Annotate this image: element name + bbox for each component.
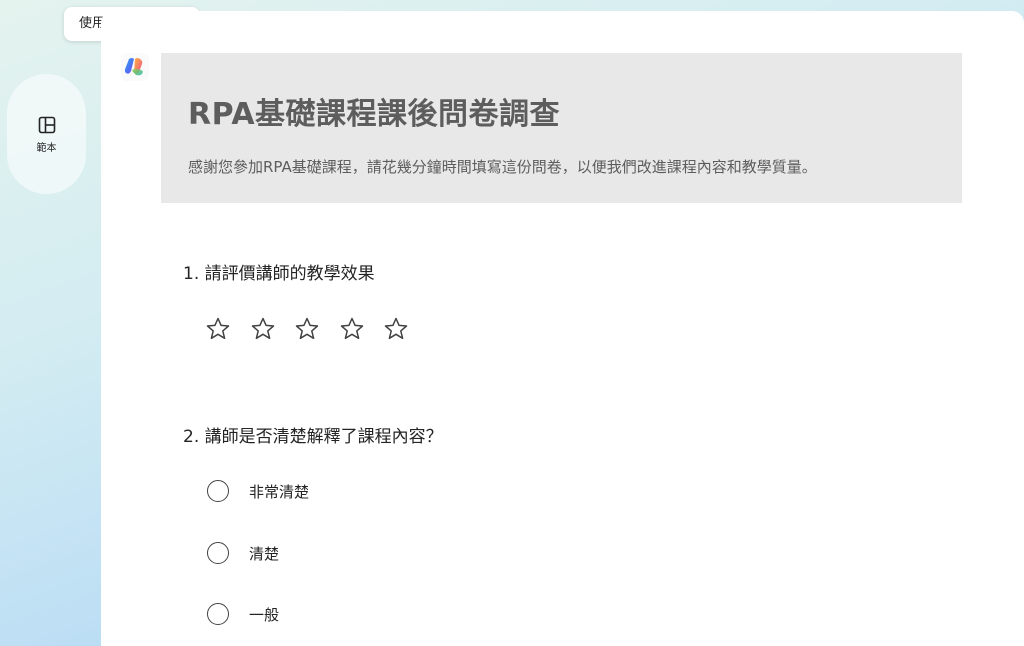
star-icon-4[interactable] [339, 316, 365, 342]
choice-option-1[interactable]: 非常清楚 [207, 480, 309, 502]
question-2-title[interactable]: 2. 講師是否清楚解釋了課程內容？ [183, 422, 443, 447]
option-label: 一般 [249, 605, 280, 624]
star-icon-1[interactable] [205, 316, 231, 342]
side-panel: 範本 [7, 74, 86, 194]
star-icon-3[interactable] [294, 316, 320, 342]
star-icon-2[interactable] [250, 316, 276, 342]
option-label: 非常清楚 [249, 482, 310, 501]
copilot-icon[interactable] [120, 52, 150, 82]
layout-panel-icon [38, 116, 55, 133]
radio-button[interactable] [207, 480, 229, 502]
choice-option-2[interactable]: 清楚 [207, 542, 279, 564]
form-header: RPA基礎課程課後問卷調查 感謝您參加RPA基礎課程，請花幾分鐘時間填寫這份問卷… [161, 53, 962, 203]
template-button[interactable]: 範本 [7, 74, 86, 194]
question-1-title[interactable]: 1. 請評價講師的教學效果 [183, 259, 375, 284]
form-canvas: RPA基礎課程課後問卷調查 感謝您參加RPA基礎課程，請花幾分鐘時間填寫這份問卷… [101, 11, 1024, 646]
form-description[interactable]: 感謝您參加RPA基礎課程，請花幾分鐘時間填寫這份問卷，以便我們改進課程內容和教學… [188, 156, 817, 177]
template-label: 範本 [36, 142, 57, 154]
option-label: 清楚 [249, 544, 280, 563]
rating-stars [205, 316, 428, 342]
radio-button[interactable] [207, 603, 229, 625]
radio-button[interactable] [207, 542, 229, 564]
star-icon-5[interactable] [383, 316, 409, 342]
choice-option-3[interactable]: 一般 [207, 603, 279, 625]
form-title[interactable]: RPA基礎課程課後問卷調查 [188, 89, 560, 133]
